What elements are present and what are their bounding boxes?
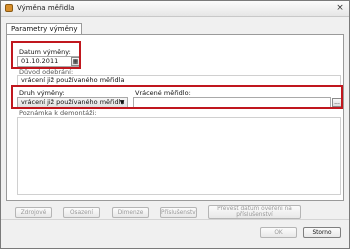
meter-app-icon xyxy=(5,4,13,12)
dialog-window: Výměna měřidla × Parametry výměny Datum … xyxy=(0,0,350,249)
prislusenstvi-button[interactable]: Příslušenství xyxy=(160,207,197,218)
highlight-druh-vymeny xyxy=(11,85,343,109)
zdrojove-button[interactable]: Zdrojové xyxy=(15,207,52,218)
footer-divider xyxy=(1,219,349,220)
window-title: Výměna měřidla xyxy=(17,4,75,12)
dimenze-button[interactable]: Dimenze xyxy=(112,207,149,218)
poznamka-textarea[interactable] xyxy=(17,117,341,195)
ok-button[interactable]: OK xyxy=(260,227,297,238)
prevest-datum-button[interactable]: Převést datum ověření na příslušenství xyxy=(208,205,301,219)
osazeni-button[interactable]: Osazení xyxy=(63,207,100,218)
highlight-datum-vymeny xyxy=(11,41,81,69)
title-bar: Výměna měřidla × xyxy=(1,1,349,17)
close-icon[interactable]: × xyxy=(335,3,345,13)
duvod-odebrani-value: vrácení již používaného měřidla xyxy=(21,76,125,84)
poznamka-label: Poznámka k demontáži: xyxy=(19,109,97,117)
storno-button[interactable]: Storno xyxy=(303,227,341,238)
